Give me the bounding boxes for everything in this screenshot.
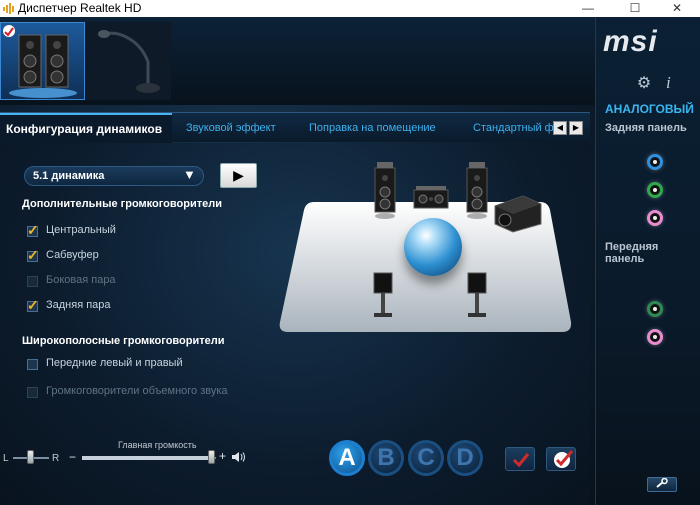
volume-slider-fill <box>82 456 212 460</box>
front-jack-pink[interactable] <box>647 329 663 345</box>
tab-sound-effect[interactable]: Звуковой эффект <box>186 122 276 134</box>
msi-logo: msi <box>603 25 658 58</box>
balance-right-label: R <box>52 453 60 464</box>
check-circle-icon <box>554 450 574 468</box>
window-title: Диспетчер Realtek HD <box>18 1 142 15</box>
fullrange-speakers-heading: Широкополосные громкоговорители <box>22 335 225 347</box>
checkbox-side-pair[interactable] <box>27 276 38 287</box>
apply-check-button[interactable] <box>546 447 576 471</box>
volume-minus-icon: − <box>69 450 77 464</box>
checkbox-front-lr-label: Передние левый и правый <box>46 357 183 369</box>
balance-slider-thumb[interactable] <box>27 450 34 464</box>
selected-check-icon <box>3 25 15 37</box>
checkbox-center-label: Центральный <box>46 224 116 236</box>
checkbox-subwoofer-label: Сабвуфер <box>46 249 99 261</box>
tab-scroll-left-button[interactable]: ◀ <box>553 121 567 135</box>
profile-a-button[interactable]: A <box>329 440 365 476</box>
tab-default-format[interactable]: Стандартный ф <box>473 122 553 134</box>
optional-speakers-heading: Дополнительные громкоговорители <box>22 198 222 210</box>
ok-check-button[interactable] <box>505 447 535 471</box>
balance-left-label: L <box>3 453 9 464</box>
test-play-button[interactable]: ▶ <box>220 163 257 188</box>
volume-plus-icon: + <box>219 449 227 463</box>
listener-sphere <box>404 218 462 276</box>
checkmark-icon <box>512 453 530 468</box>
checkbox-subwoofer[interactable] <box>27 247 39 264</box>
checkbox-surround[interactable] <box>27 387 38 398</box>
back-panel-label: Задняя панель <box>605 122 687 134</box>
speaker-config-select[interactable]: 5.1 динамика <box>24 166 204 186</box>
checkbox-rear-pair-label: Задняя пара <box>46 299 111 311</box>
analog-label: АНАЛОГОВЫЙ <box>605 102 694 116</box>
front-panel-label: Передняя панель <box>605 241 659 265</box>
back-jack-pink[interactable] <box>647 210 663 226</box>
master-volume-label: Главная громкость <box>118 440 197 450</box>
tab-room-correction[interactable]: Поправка на помещение <box>309 122 436 134</box>
checkbox-center[interactable] <box>27 222 39 239</box>
profile-c-button[interactable]: C <box>408 440 444 476</box>
maximize-button[interactable]: ☐ <box>612 0 658 17</box>
front-left-speaker[interactable] <box>373 162 397 220</box>
minimize-button[interactable]: — <box>565 0 611 17</box>
front-jack-green[interactable] <box>647 301 663 317</box>
tab-scroll-right-button[interactable]: ▶ <box>569 121 583 135</box>
dropdown-arrow-icon[interactable]: ▼ <box>183 168 197 182</box>
back-jack-green[interactable] <box>647 182 663 198</box>
wrench-icon <box>656 477 668 491</box>
speaker-volume-icon[interactable] <box>231 451 247 463</box>
checkbox-surround-label: Громкоговорители объемного звука <box>46 385 228 397</box>
microphone-icon <box>98 30 160 93</box>
realtek-window: Диспетчер Realtek HD — ☐ ✕ msi ⚙ i АНАЛО… <box>0 0 700 505</box>
device-speakers[interactable] <box>0 22 85 100</box>
center-speaker[interactable] <box>413 186 449 214</box>
back-jack-blue[interactable] <box>647 154 663 170</box>
front-right-speaker[interactable] <box>465 162 489 220</box>
tab-speaker-config-label: Конфигурация динамиков <box>6 122 163 136</box>
title-bar: Диспетчер Realtek HD — ☐ ✕ <box>0 0 700 17</box>
speaker-config-value: 5.1 динамика <box>33 170 105 182</box>
subwoofer-speaker[interactable] <box>493 192 543 234</box>
volume-slider-thumb[interactable] <box>208 450 215 464</box>
connector-settings-button[interactable] <box>647 477 677 492</box>
info-icon[interactable]: i <box>666 74 678 92</box>
rear-right-speaker[interactable] <box>465 271 489 321</box>
checkbox-side-pair-label: Боковая пара <box>46 274 116 286</box>
profile-d-button[interactable]: D <box>447 440 483 476</box>
checkbox-rear-pair[interactable] <box>27 297 39 314</box>
realtek-app-icon <box>3 3 14 14</box>
checkbox-front-lr[interactable] <box>27 359 38 370</box>
close-button[interactable]: ✕ <box>654 0 700 17</box>
play-icon: ▶ <box>233 167 244 183</box>
device-microphone[interactable] <box>86 22 171 100</box>
profile-b-button[interactable]: B <box>368 440 404 476</box>
gear-icon[interactable]: ⚙ <box>636 76 652 92</box>
rear-left-speaker[interactable] <box>371 271 395 321</box>
